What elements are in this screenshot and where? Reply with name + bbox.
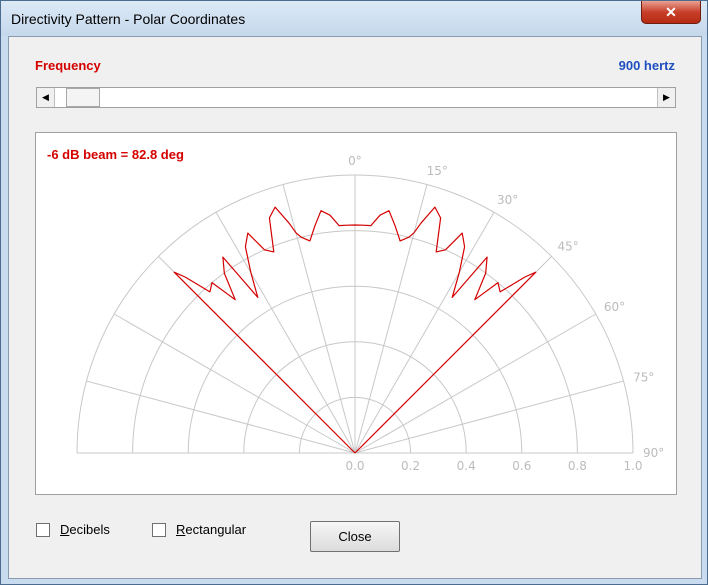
rectangular-label: Rectangular [176, 522, 246, 537]
polar-spoke [354, 211, 495, 454]
angle-tick-label: 45° [558, 240, 579, 254]
decibels-label-rest: ecibels [69, 522, 110, 537]
rectangular-label-rest: ectangular [185, 522, 247, 537]
polar-spoke [113, 313, 356, 454]
radius-tick-label: 0.8 [568, 459, 587, 473]
frequency-label: Frequency [35, 58, 101, 73]
close-window-icon[interactable]: ✕ [641, 1, 701, 24]
radius-tick-label: 0.0 [345, 459, 364, 473]
angle-tick-label: 90° [643, 446, 664, 460]
radius-tick-label: 0.2 [401, 459, 420, 473]
radius-tick-label: 0.6 [512, 459, 531, 473]
scroll-right-icon[interactable]: ▶ [657, 88, 675, 107]
decibels-mnemonic: D [60, 522, 70, 537]
polar-spoke [86, 380, 356, 454]
decibels-label: Decibels [60, 522, 110, 537]
dialog-window: Directivity Pattern - Polar Coordinates … [0, 0, 708, 585]
angle-tick-label: 15° [427, 164, 448, 178]
angle-tick-label: 30° [497, 193, 518, 207]
polar-chart: 0.0 0.2 0.4 0.6 0.8 1.0 0° 15° 30° 45° 60° 75° 90° [76, 154, 664, 473]
window-title: Directivity Pattern - Polar Coordinates [11, 11, 246, 27]
scrollbar-thumb[interactable] [66, 88, 101, 107]
rectangular-checkbox[interactable] [152, 523, 166, 537]
beam-width-label: -6 dB beam = 82.8 deg [47, 147, 184, 162]
polar-spoke [354, 313, 597, 454]
polar-spoke [215, 211, 356, 454]
rectangular-mnemonic: R [176, 522, 186, 537]
decibels-checkbox[interactable] [36, 523, 50, 537]
angle-tick-label: 0° [348, 154, 362, 168]
polar-plot: 0.0 0.2 0.4 0.6 0.8 1.0 0° 15° 30° 45° 60° 75° 90° -… [35, 132, 677, 495]
scroll-left-icon[interactable]: ◀ [37, 88, 55, 107]
close-button[interactable]: Close [310, 521, 400, 552]
radius-tick-label: 0.4 [457, 459, 476, 473]
title-bar[interactable]: Directivity Pattern - Polar Coordinates … [1, 1, 707, 36]
angle-tick-label: 60° [604, 300, 625, 314]
frequency-scrollbar[interactable]: ◀ ▶ [36, 87, 676, 108]
polar-spoke [354, 380, 624, 454]
dialog-client: Frequency 900 hertz ◀ ▶ 0.0 0.2 0.4 0.6 0.8 1… [8, 36, 702, 579]
angle-tick-label: 75° [633, 370, 654, 384]
radius-tick-label: 1.0 [623, 459, 642, 473]
frequency-value: 900 hertz [618, 58, 675, 73]
